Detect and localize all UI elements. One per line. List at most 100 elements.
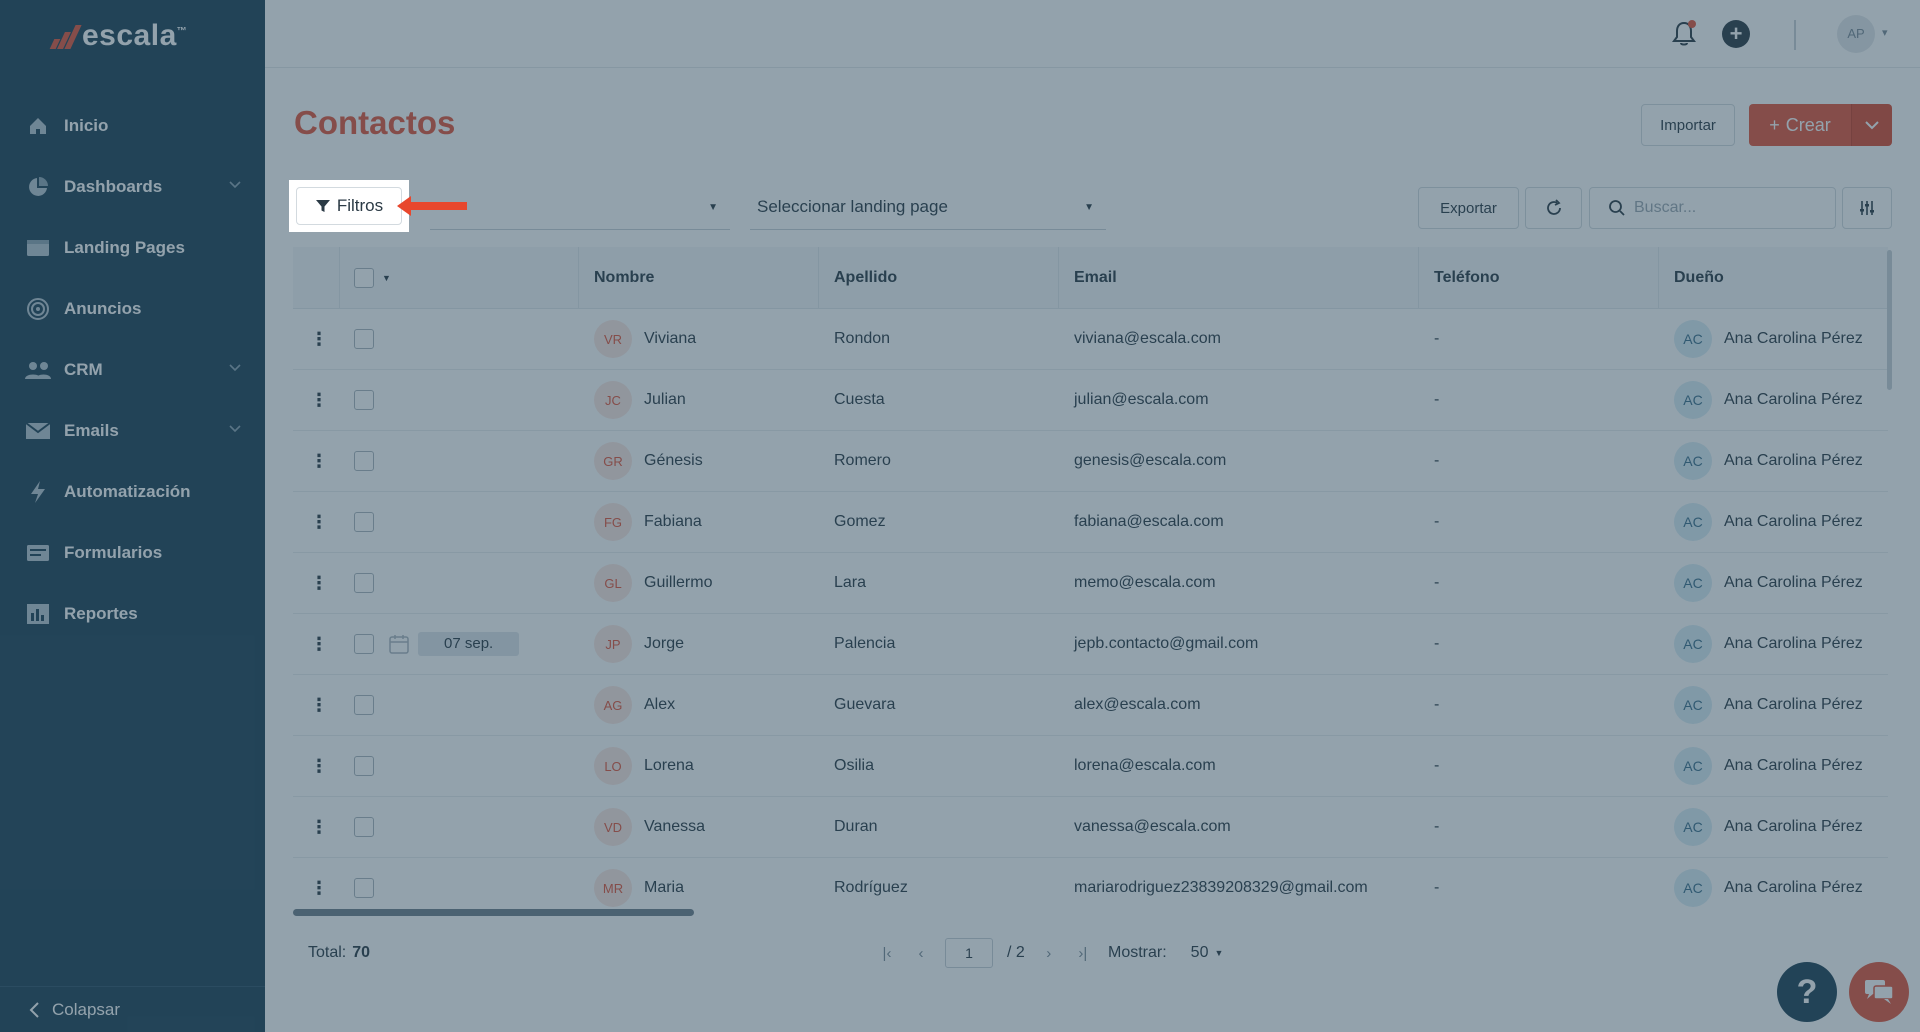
- vertical-scrollbar[interactable]: [1887, 250, 1892, 390]
- row-checkbox[interactable]: [354, 878, 374, 898]
- create-dropdown-button[interactable]: [1851, 104, 1892, 146]
- row-actions-icon[interactable]: ⋮: [310, 553, 328, 613]
- funnel-icon: [315, 200, 330, 212]
- refresh-icon: [1546, 199, 1561, 215]
- horizontal-scrollbar[interactable]: [293, 909, 694, 916]
- column-header-dueno[interactable]: Dueño: [1674, 247, 1724, 308]
- row-checkbox-cell: [354, 431, 374, 491]
- page-size-select[interactable]: 50 ▼: [1191, 944, 1224, 962]
- row-checkbox[interactable]: [354, 451, 374, 471]
- help-button[interactable]: ?: [1777, 962, 1837, 1022]
- name-cell[interactable]: JP Jorge: [594, 614, 684, 674]
- table-row[interactable]: ⋮ VR Viviana Rondon viviana@escala.com - AC Ana…: [293, 309, 1888, 370]
- create-button[interactable]: + Crear: [1749, 104, 1851, 146]
- chevron-down-icon[interactable]: ▾: [1882, 26, 1888, 39]
- export-button[interactable]: Exportar: [1418, 187, 1519, 229]
- name-cell[interactable]: JC Julian: [594, 370, 686, 430]
- row-actions-icon[interactable]: ⋮: [310, 431, 328, 491]
- user-avatar[interactable]: AP: [1837, 15, 1875, 53]
- search-box[interactable]: [1589, 187, 1836, 229]
- filter-select[interactable]: ▼: [430, 184, 730, 230]
- row-actions-icon[interactable]: ⋮: [310, 370, 328, 430]
- row-checkbox[interactable]: [354, 329, 374, 349]
- row-actions-icon[interactable]: ⋮: [310, 736, 328, 796]
- refresh-button[interactable]: [1525, 187, 1582, 229]
- select-all-checkbox[interactable]: [354, 267, 374, 288]
- contact-avatar: JP: [594, 625, 632, 663]
- row-actions-icon[interactable]: ⋮: [310, 309, 328, 369]
- topbar: + AP ▾: [265, 0, 1920, 68]
- row-checkbox[interactable]: [354, 695, 374, 715]
- column-settings-button[interactable]: [1842, 187, 1892, 229]
- first-page-icon[interactable]: |‹: [877, 945, 897, 962]
- row-checkbox[interactable]: [354, 573, 374, 593]
- sidebar-item-anuncios[interactable]: Anuncios: [0, 278, 265, 339]
- row-checkbox[interactable]: [354, 390, 374, 410]
- last-name: Osilia: [834, 757, 875, 774]
- row-actions-icon[interactable]: ⋮: [310, 797, 328, 857]
- table-row[interactable]: ⋮ FG Fabiana Gomez fabiana@escala.com - AC Ana …: [293, 492, 1888, 553]
- page-input[interactable]: [945, 938, 993, 968]
- prev-page-icon[interactable]: ‹: [911, 945, 931, 962]
- name-cell[interactable]: AG Alex: [594, 675, 675, 735]
- notifications-bell-icon[interactable]: [1670, 20, 1698, 48]
- column-header-email[interactable]: Email: [1074, 247, 1117, 308]
- owner-cell: AC Ana Carolina Pérez: [1674, 797, 1863, 857]
- logo-mark-icon: [49, 23, 82, 49]
- owner-avatar: AC: [1674, 503, 1712, 541]
- landing-page-select[interactable]: Seleccionar landing page ▼: [750, 184, 1106, 230]
- name-cell[interactable]: FG Fabiana: [594, 492, 702, 552]
- row-checkbox[interactable]: [354, 756, 374, 776]
- contact-avatar: VD: [594, 808, 632, 846]
- sidebar-item-inicio[interactable]: Inicio: [0, 95, 265, 156]
- table-header-row: ▼ Nombre Apellido Email Teléfono Dueño: [293, 247, 1888, 309]
- sidebar-item-landing-pages[interactable]: Landing Pages: [0, 217, 265, 278]
- row-actions-icon[interactable]: ⋮: [310, 675, 328, 735]
- row-checkbox[interactable]: [354, 817, 374, 837]
- name-cell[interactable]: GL Guillermo: [594, 553, 712, 613]
- row-actions-icon[interactable]: ⋮: [310, 614, 328, 674]
- last-page-icon[interactable]: ›|: [1073, 945, 1093, 962]
- next-page-icon[interactable]: ›: [1039, 945, 1059, 962]
- name-cell[interactable]: VD Vanessa: [594, 797, 705, 857]
- phone: -: [1434, 879, 1440, 896]
- sidebar-item-automatizacion[interactable]: Automatización: [0, 461, 265, 522]
- filters-button[interactable]: Filtros: [296, 187, 402, 225]
- sidebar-item-dashboards[interactable]: Dashboards: [0, 156, 265, 217]
- table-row[interactable]: ⋮ JC Julian Cuesta julian@escala.com - AC Ana C…: [293, 370, 1888, 431]
- chevron-down-icon[interactable]: [229, 361, 241, 375]
- table-row[interactable]: ⋮ GR Génesis Romero genesis@escala.com - AC Ana…: [293, 431, 1888, 492]
- row-checkbox[interactable]: [354, 634, 374, 654]
- table-row[interactable]: ⋮ AG Alex Guevara alex@escala.com - AC Ana Caro…: [293, 675, 1888, 736]
- owner-cell: AC Ana Carolina Pérez: [1674, 431, 1863, 491]
- add-circle-icon[interactable]: +: [1722, 20, 1750, 48]
- caret-down-icon: ▼: [1214, 948, 1224, 958]
- search-input[interactable]: [1634, 199, 1814, 217]
- owner-avatar: AC: [1674, 686, 1712, 724]
- sidebar-item-reportes[interactable]: Reportes: [0, 583, 265, 644]
- column-header-telefono[interactable]: Teléfono: [1434, 247, 1499, 308]
- last-name: Cuesta: [834, 391, 885, 408]
- chevron-down-icon[interactable]: [229, 178, 241, 192]
- column-header-apellido[interactable]: Apellido: [834, 247, 897, 308]
- name-cell[interactable]: LO Lorena: [594, 736, 694, 796]
- sidebar-item-crm[interactable]: CRM: [0, 339, 265, 400]
- import-button[interactable]: Importar: [1641, 104, 1735, 146]
- chat-button[interactable]: [1849, 962, 1909, 1022]
- sidebar-item-emails[interactable]: Emails: [0, 400, 265, 461]
- collapse-sidebar-button[interactable]: Colapsar: [0, 986, 265, 1032]
- sidebar-item-formularios[interactable]: Formularios: [0, 522, 265, 583]
- table-row[interactable]: ⋮ GL Guillermo Lara memo@escala.com - AC Ana Ca…: [293, 553, 1888, 614]
- column-header-nombre[interactable]: Nombre: [594, 247, 654, 308]
- name-cell[interactable]: VR Viviana: [594, 309, 696, 369]
- name-cell[interactable]: GR Génesis: [594, 431, 703, 491]
- row-checkbox[interactable]: [354, 512, 374, 532]
- sidebar-item-label: Automatización: [64, 481, 191, 501]
- chevron-down-icon[interactable]: [229, 422, 241, 436]
- caret-down-icon[interactable]: ▼: [382, 273, 391, 283]
- row-actions-icon[interactable]: ⋮: [310, 492, 328, 552]
- table-row[interactable]: ⋮ 07 sep. JP Jorge Palencia jepb.contacto@gma…: [293, 614, 1888, 675]
- brand-logo[interactable]: escala™: [49, 16, 187, 56]
- table-row[interactable]: ⋮ LO Lorena Osilia lorena@escala.com - AC Ana C…: [293, 736, 1888, 797]
- table-row[interactable]: ⋮ VD Vanessa Duran vanessa@escala.com - AC Ana …: [293, 797, 1888, 858]
